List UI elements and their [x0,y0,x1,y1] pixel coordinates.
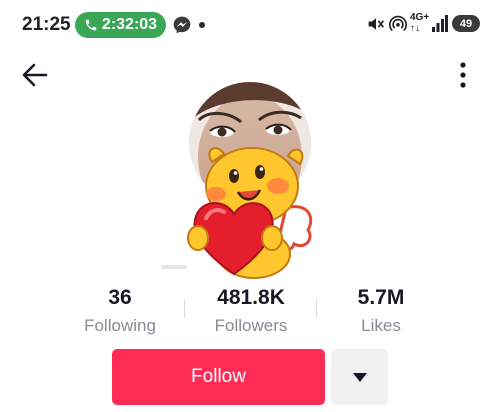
call-duration: 2:32:03 [101,16,158,33]
notification-dot [199,22,205,28]
follow-button[interactable]: Follow [112,349,325,405]
mute-icon [368,18,385,30]
following-label: Following [84,316,156,335]
stat-followers[interactable]: 481.8K Followers [186,284,316,338]
decorative-dash [161,265,187,269]
back-button[interactable] [18,60,52,90]
stat-following[interactable]: 36 Following [55,284,185,338]
status-time: 21:25 [22,14,71,35]
followers-label: Followers [214,316,288,335]
likes-label: Likes [361,316,401,335]
messenger-icon [173,16,191,34]
suggested-accounts-dropdown-button[interactable] [331,349,388,405]
followers-count: 481.8K [217,286,285,309]
stat-divider [184,300,185,318]
profile-stats: 36 Following 481.8K Followers 5.7M Likes [0,284,500,340]
caret-down-icon [352,372,367,382]
arrow-left-icon [22,63,48,87]
hotspot-icon [389,15,407,32]
active-call-pill[interactable]: 2:32:03 [75,12,166,38]
heart-sticker [187,147,313,279]
signal-icon [432,15,448,32]
phone-icon [85,19,97,31]
network-type: 4G+ ↑↓ [410,12,429,34]
following-count: 36 [108,286,132,309]
status-bar: 21:25 2:32:03 4G+ ↑↓ 49 [0,0,500,50]
network-type-label: 4G+ [410,12,430,23]
likes-count: 5.7M [357,286,405,309]
stat-likes[interactable]: 5.7M Likes [316,284,446,338]
more-options-button[interactable] [452,58,474,92]
network-data-arrows: ↑↓ [410,23,420,34]
battery-indicator: 49 [452,15,480,32]
more-vertical-icon [460,62,466,88]
battery-level: 49 [459,17,473,30]
